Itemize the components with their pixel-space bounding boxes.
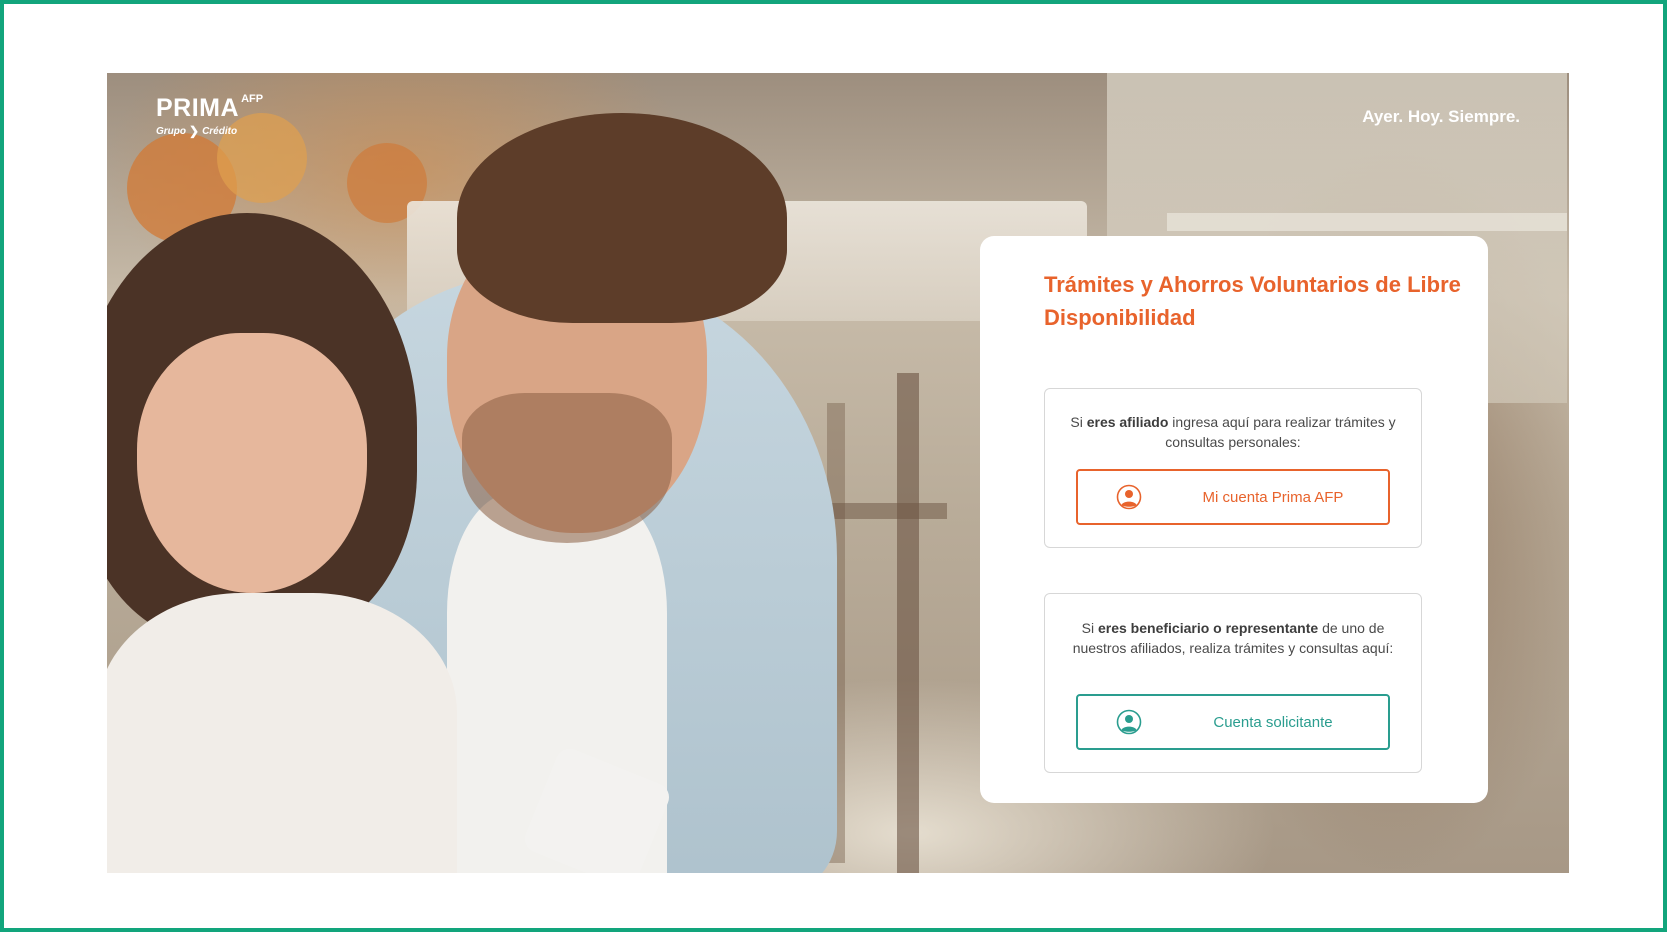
logo-group-line: Grupo ❯ Crédito (156, 125, 263, 137)
beneficiary-text-bold: eres beneficiario o representante (1097, 620, 1319, 636)
chevron-right-icon: ❯ (189, 124, 200, 138)
woman-body (107, 593, 457, 873)
woman-face (137, 333, 367, 593)
man-hair (457, 113, 787, 323)
logo-wordmark: PRIMA (156, 94, 240, 122)
beneficiary-description: Si eres beneficiario o representante de … (1065, 618, 1401, 658)
man-beard (462, 393, 672, 543)
logo-group-left: Grupo (156, 125, 186, 137)
affiliate-text-suffix: ingresa aquí para realizar trámites y co… (1165, 414, 1396, 450)
tagline: Ayer. Hoy. Siempre. (1362, 107, 1520, 126)
cuenta-solicitante-label: Cuenta solicitante (1213, 714, 1333, 731)
access-card: Trámites y Ahorros Voluntarios de Libre … (980, 236, 1488, 803)
user-icon (1116, 709, 1142, 735)
logo-group-right: Crédito (202, 125, 238, 137)
background-shelf (1167, 213, 1567, 231)
page-frame: PRIMA AFP Grupo ❯ Crédito Ayer. Hoy. Siem… (0, 0, 1667, 932)
mi-cuenta-prima-afp-button[interactable]: Mi cuenta Prima AFP (1076, 469, 1390, 525)
beneficiary-text-prefix: Si (1081, 620, 1098, 636)
prima-afp-logo[interactable]: PRIMA AFP Grupo ❯ Crédito (156, 93, 264, 137)
user-icon (1116, 484, 1142, 510)
affiliate-description: Si eres afiliado ingresa aquí para reali… (1065, 412, 1401, 452)
affiliate-text-bold: eres afiliado (1086, 414, 1169, 430)
background-chair (897, 373, 919, 873)
logo-superscript: AFP (241, 93, 264, 105)
mi-cuenta-prima-afp-label: Mi cuenta Prima AFP (1202, 489, 1344, 506)
affiliate-box: Si eres afiliado ingresa aquí para reali… (1044, 388, 1422, 548)
card-title: Trámites y Ahorros Voluntarios de Libre … (1044, 272, 1461, 330)
cuenta-solicitante-button[interactable]: Cuenta solicitante (1076, 694, 1390, 750)
beneficiary-box: Si eres beneficiario o representante de … (1044, 593, 1422, 773)
affiliate-text-prefix: Si (1070, 414, 1087, 430)
